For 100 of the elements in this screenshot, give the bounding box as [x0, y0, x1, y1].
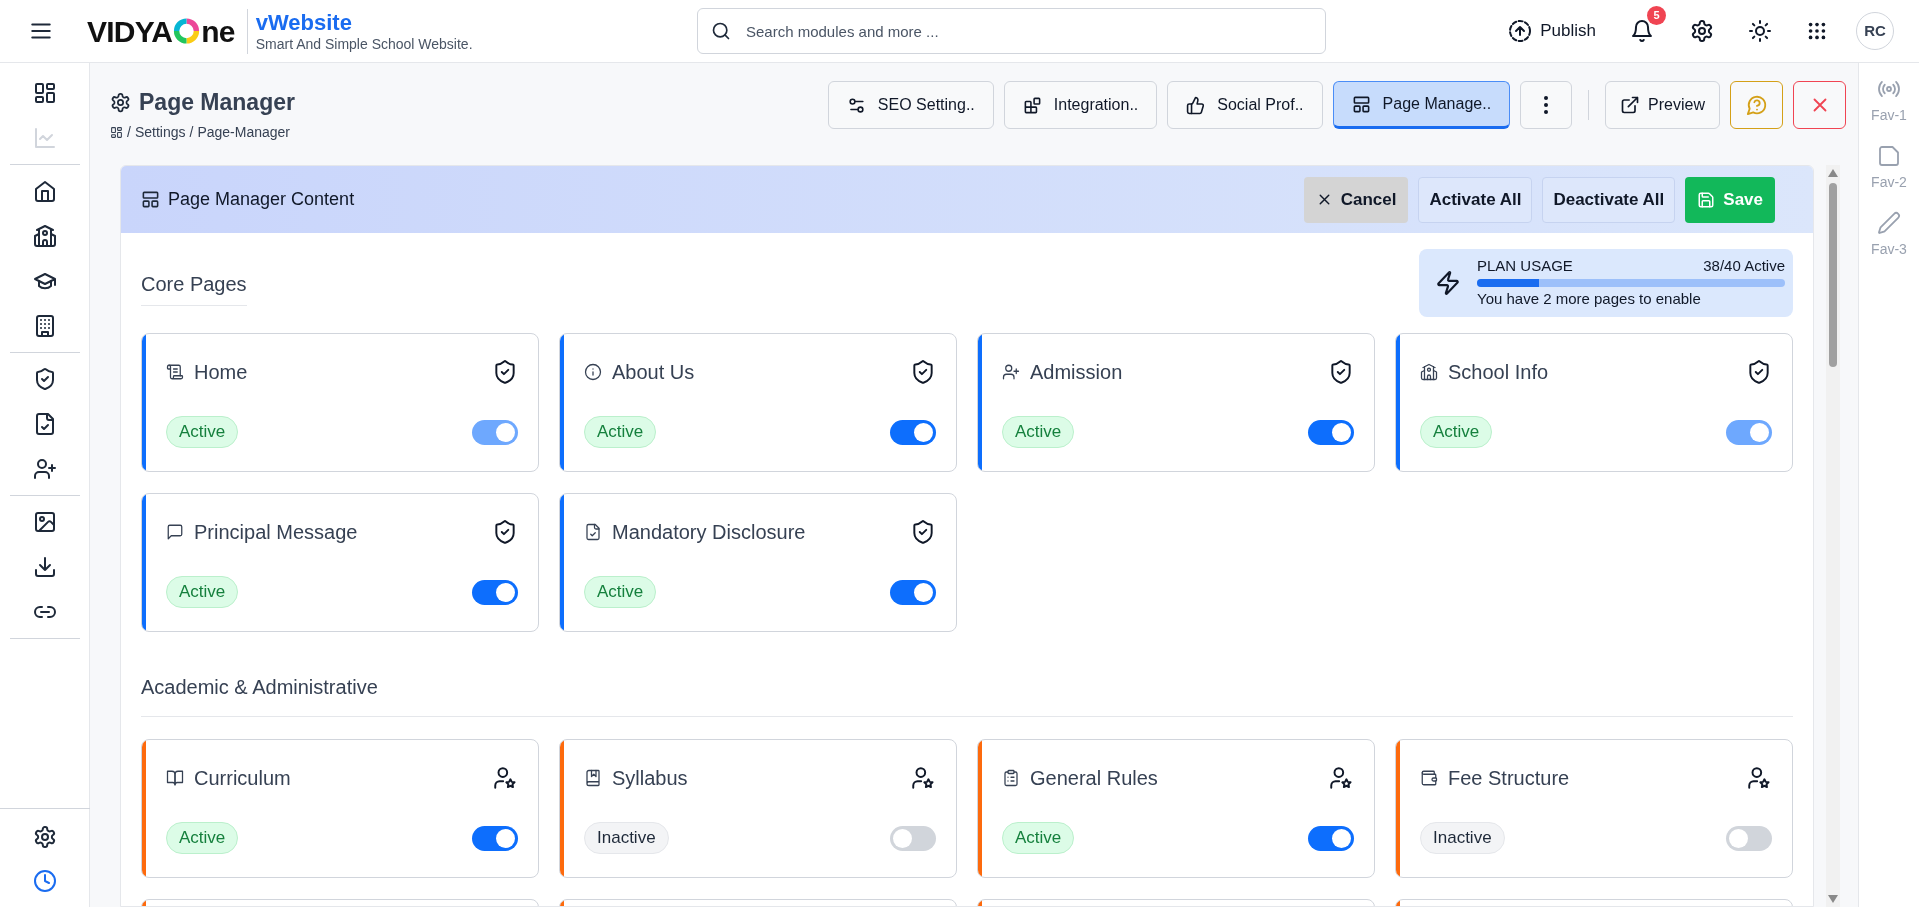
layout-icon: [141, 190, 160, 209]
card-title: Curriculum: [194, 766, 291, 791]
bell-icon: [1630, 19, 1654, 43]
settings-icon: [1690, 19, 1714, 43]
card-title: About Us: [612, 360, 695, 385]
tab[interactable]: Page Manage..: [1332, 81, 1511, 129]
action-button[interactable]: Deactivate All: [1542, 176, 1676, 223]
logo-text: ne: [201, 13, 235, 50]
scroll-up-arrow-icon: [1828, 169, 1838, 177]
card-title: Principal Message: [194, 520, 358, 545]
user-plus-icon: [32, 457, 57, 481]
toggle-switch[interactable]: [1308, 825, 1354, 851]
upload-icon: [1508, 19, 1533, 43]
user-plus-icon: [1002, 363, 1020, 381]
sun-icon: [1748, 19, 1772, 43]
breadcrumb-link[interactable]: Settings: [134, 121, 186, 143]
message-icon: [166, 523, 184, 541]
status-badge: Active: [166, 416, 239, 448]
logo-ring-icon: [173, 16, 201, 46]
toggle-switch[interactable]: [1308, 419, 1354, 445]
chart-icon: [32, 126, 57, 150]
status-badge: Active: [166, 822, 239, 854]
toggle-switch[interactable]: [890, 825, 936, 851]
info-icon: [584, 363, 602, 381]
theme-button[interactable]: [1748, 19, 1772, 43]
shield-check-icon: [1746, 359, 1772, 385]
card-title: Syllabus: [612, 766, 688, 791]
more-icon: [1544, 96, 1549, 114]
home-icon: [32, 179, 57, 203]
file-check-icon: [584, 523, 602, 541]
card-title: Fee Structure: [1448, 766, 1570, 791]
bookmark-book-icon: [584, 769, 602, 787]
apps-button[interactable]: [1806, 20, 1828, 42]
wallet-icon: [1420, 769, 1438, 787]
apps-grid-icon: [1806, 20, 1828, 42]
layout-icon: [1351, 94, 1371, 114]
shield-check-icon: [492, 359, 518, 385]
tab[interactable]: Social Prof..: [1167, 81, 1323, 129]
scrollbar[interactable]: [1826, 165, 1840, 907]
user-star-icon: [1328, 765, 1354, 791]
image-icon: [32, 510, 57, 534]
toggle-switch[interactable]: [890, 419, 936, 445]
status-badge: Active: [1002, 416, 1075, 448]
breadcrumb-link[interactable]: Page-Manager: [197, 121, 290, 143]
clipboard-list-icon: [1002, 769, 1020, 787]
shield-check-icon: [492, 519, 518, 545]
action-button[interactable]: Activate All: [1418, 176, 1533, 223]
preview-button[interactable]: Preview: [1605, 81, 1720, 129]
breadcrumb-separator: /: [127, 122, 131, 142]
logo-text: VIDYA: [87, 13, 173, 50]
save-icon: [1697, 190, 1716, 209]
blocks-icon: [1022, 95, 1042, 115]
sliders-icon: [846, 95, 866, 115]
shield-check-icon: [1328, 359, 1354, 385]
settings-icon: [110, 91, 131, 113]
settings-button[interactable]: [1690, 19, 1714, 43]
scroll-icon: [166, 363, 184, 381]
scrollbar-thumb[interactable]: [1829, 183, 1837, 367]
status-badge: Active: [166, 576, 239, 608]
pencil-icon: [1877, 211, 1901, 235]
plan-usage-count: 38/40 Active: [1703, 257, 1785, 276]
scroll-down-arrow-icon: [1828, 895, 1838, 903]
school-icon: [1420, 363, 1438, 381]
tab[interactable]: SEO Setting..: [827, 81, 994, 129]
section-heading: Core Pages: [141, 268, 247, 306]
status-badge: Active: [1002, 822, 1075, 854]
dashboard-icon: [110, 125, 123, 139]
status-badge: Active: [584, 576, 657, 608]
status-badge: Inactive: [584, 822, 669, 854]
status-badge: Active: [584, 416, 657, 448]
status-badge: Active: [1420, 416, 1493, 448]
tab[interactable]: Integration..: [1003, 81, 1158, 129]
toggle-switch[interactable]: [1726, 825, 1772, 851]
cancel-button[interactable]: Cancel: [1303, 176, 1409, 223]
breadcrumb-separator: /: [189, 122, 194, 142]
dashboard-icon: [32, 81, 57, 105]
search-field[interactable]: Search modules and more ...: [697, 8, 1326, 54]
card-title: General Rules: [1030, 766, 1158, 791]
help-icon: [1745, 94, 1768, 116]
card-title: Admission: [1030, 360, 1123, 385]
section-heading: Academic & Administrative: [141, 676, 378, 698]
note-icon: [1877, 144, 1901, 168]
shield-check-icon: [910, 519, 936, 545]
app-tagline: Smart And Simple School Website.: [255, 36, 473, 54]
school-icon: [32, 224, 57, 248]
close-button[interactable]: [1793, 81, 1846, 129]
search-icon: [711, 21, 731, 41]
user-star-icon: [910, 765, 936, 791]
plan-usage-note: You have 2 more pages to enable: [1477, 290, 1702, 309]
user-star-icon: [492, 765, 518, 791]
user-star-icon: [1746, 765, 1772, 791]
toggle-switch[interactable]: [472, 825, 518, 851]
status-badge: Inactive: [1420, 822, 1505, 854]
publish-button[interactable]: Publish: [1508, 18, 1596, 44]
toggle-switch[interactable]: [890, 579, 936, 605]
thumbs-up-icon: [1186, 95, 1206, 115]
toggle-switch[interactable]: [472, 579, 518, 605]
notification-badge: 5: [1647, 6, 1666, 25]
card-title: School Info: [1448, 360, 1549, 385]
book-open-icon: [166, 769, 184, 787]
